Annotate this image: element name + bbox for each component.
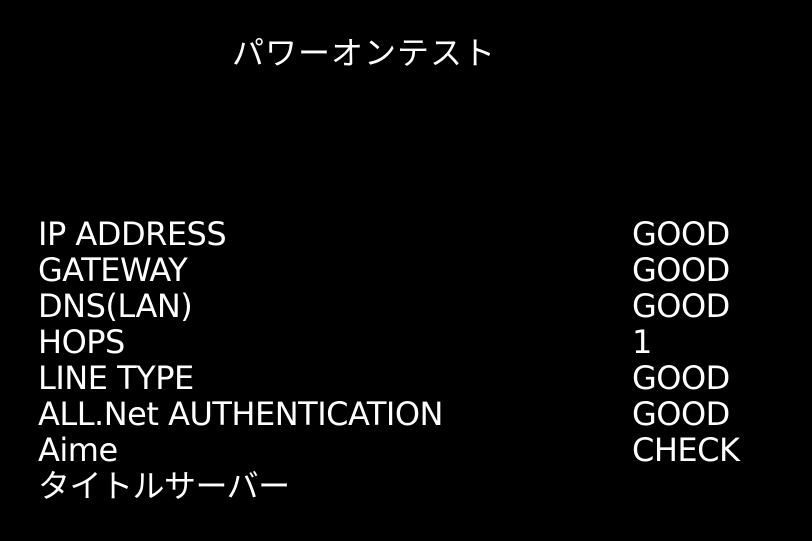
test-status: 1: [632, 323, 652, 361]
test-row-line-type: LINE TYPE GOOD: [38, 360, 778, 396]
test-status: GOOD: [632, 359, 730, 397]
test-label: LINE TYPE: [38, 359, 194, 397]
test-row-hops: HOPS 1: [38, 324, 778, 360]
test-label: DNS(LAN): [38, 287, 193, 325]
test-row-dns: DNS(LAN) GOOD: [38, 288, 778, 324]
test-row-ip-address: IP ADDRESS GOOD: [38, 216, 778, 252]
screen-title: パワーオンテスト: [232, 34, 497, 72]
test-status: GOOD: [632, 251, 730, 289]
test-results-list: IP ADDRESS GOOD GATEWAY GOOD DNS(LAN) GO…: [38, 216, 778, 504]
test-label: HOPS: [38, 323, 125, 361]
test-row-aime: Aime CHECK: [38, 432, 778, 468]
test-label: ALL.Net AUTHENTICATION: [38, 395, 443, 433]
test-status: CHECK: [632, 431, 740, 469]
test-label: タイトルサーバー: [38, 467, 290, 505]
power-on-test-screen: パワーオンテスト IP ADDRESS GOOD GATEWAY GOOD DN…: [0, 0, 812, 541]
test-row-gateway: GATEWAY GOOD: [38, 252, 778, 288]
test-label: IP ADDRESS: [38, 215, 227, 253]
test-label: Aime: [38, 431, 118, 469]
test-row-title-server: タイトルサーバー: [38, 468, 778, 504]
test-status: GOOD: [632, 215, 730, 253]
test-label: GATEWAY: [38, 251, 188, 289]
test-row-allnet-authentication: ALL.Net AUTHENTICATION GOOD: [38, 396, 778, 432]
test-status: GOOD: [632, 395, 730, 433]
test-status: GOOD: [632, 287, 730, 325]
